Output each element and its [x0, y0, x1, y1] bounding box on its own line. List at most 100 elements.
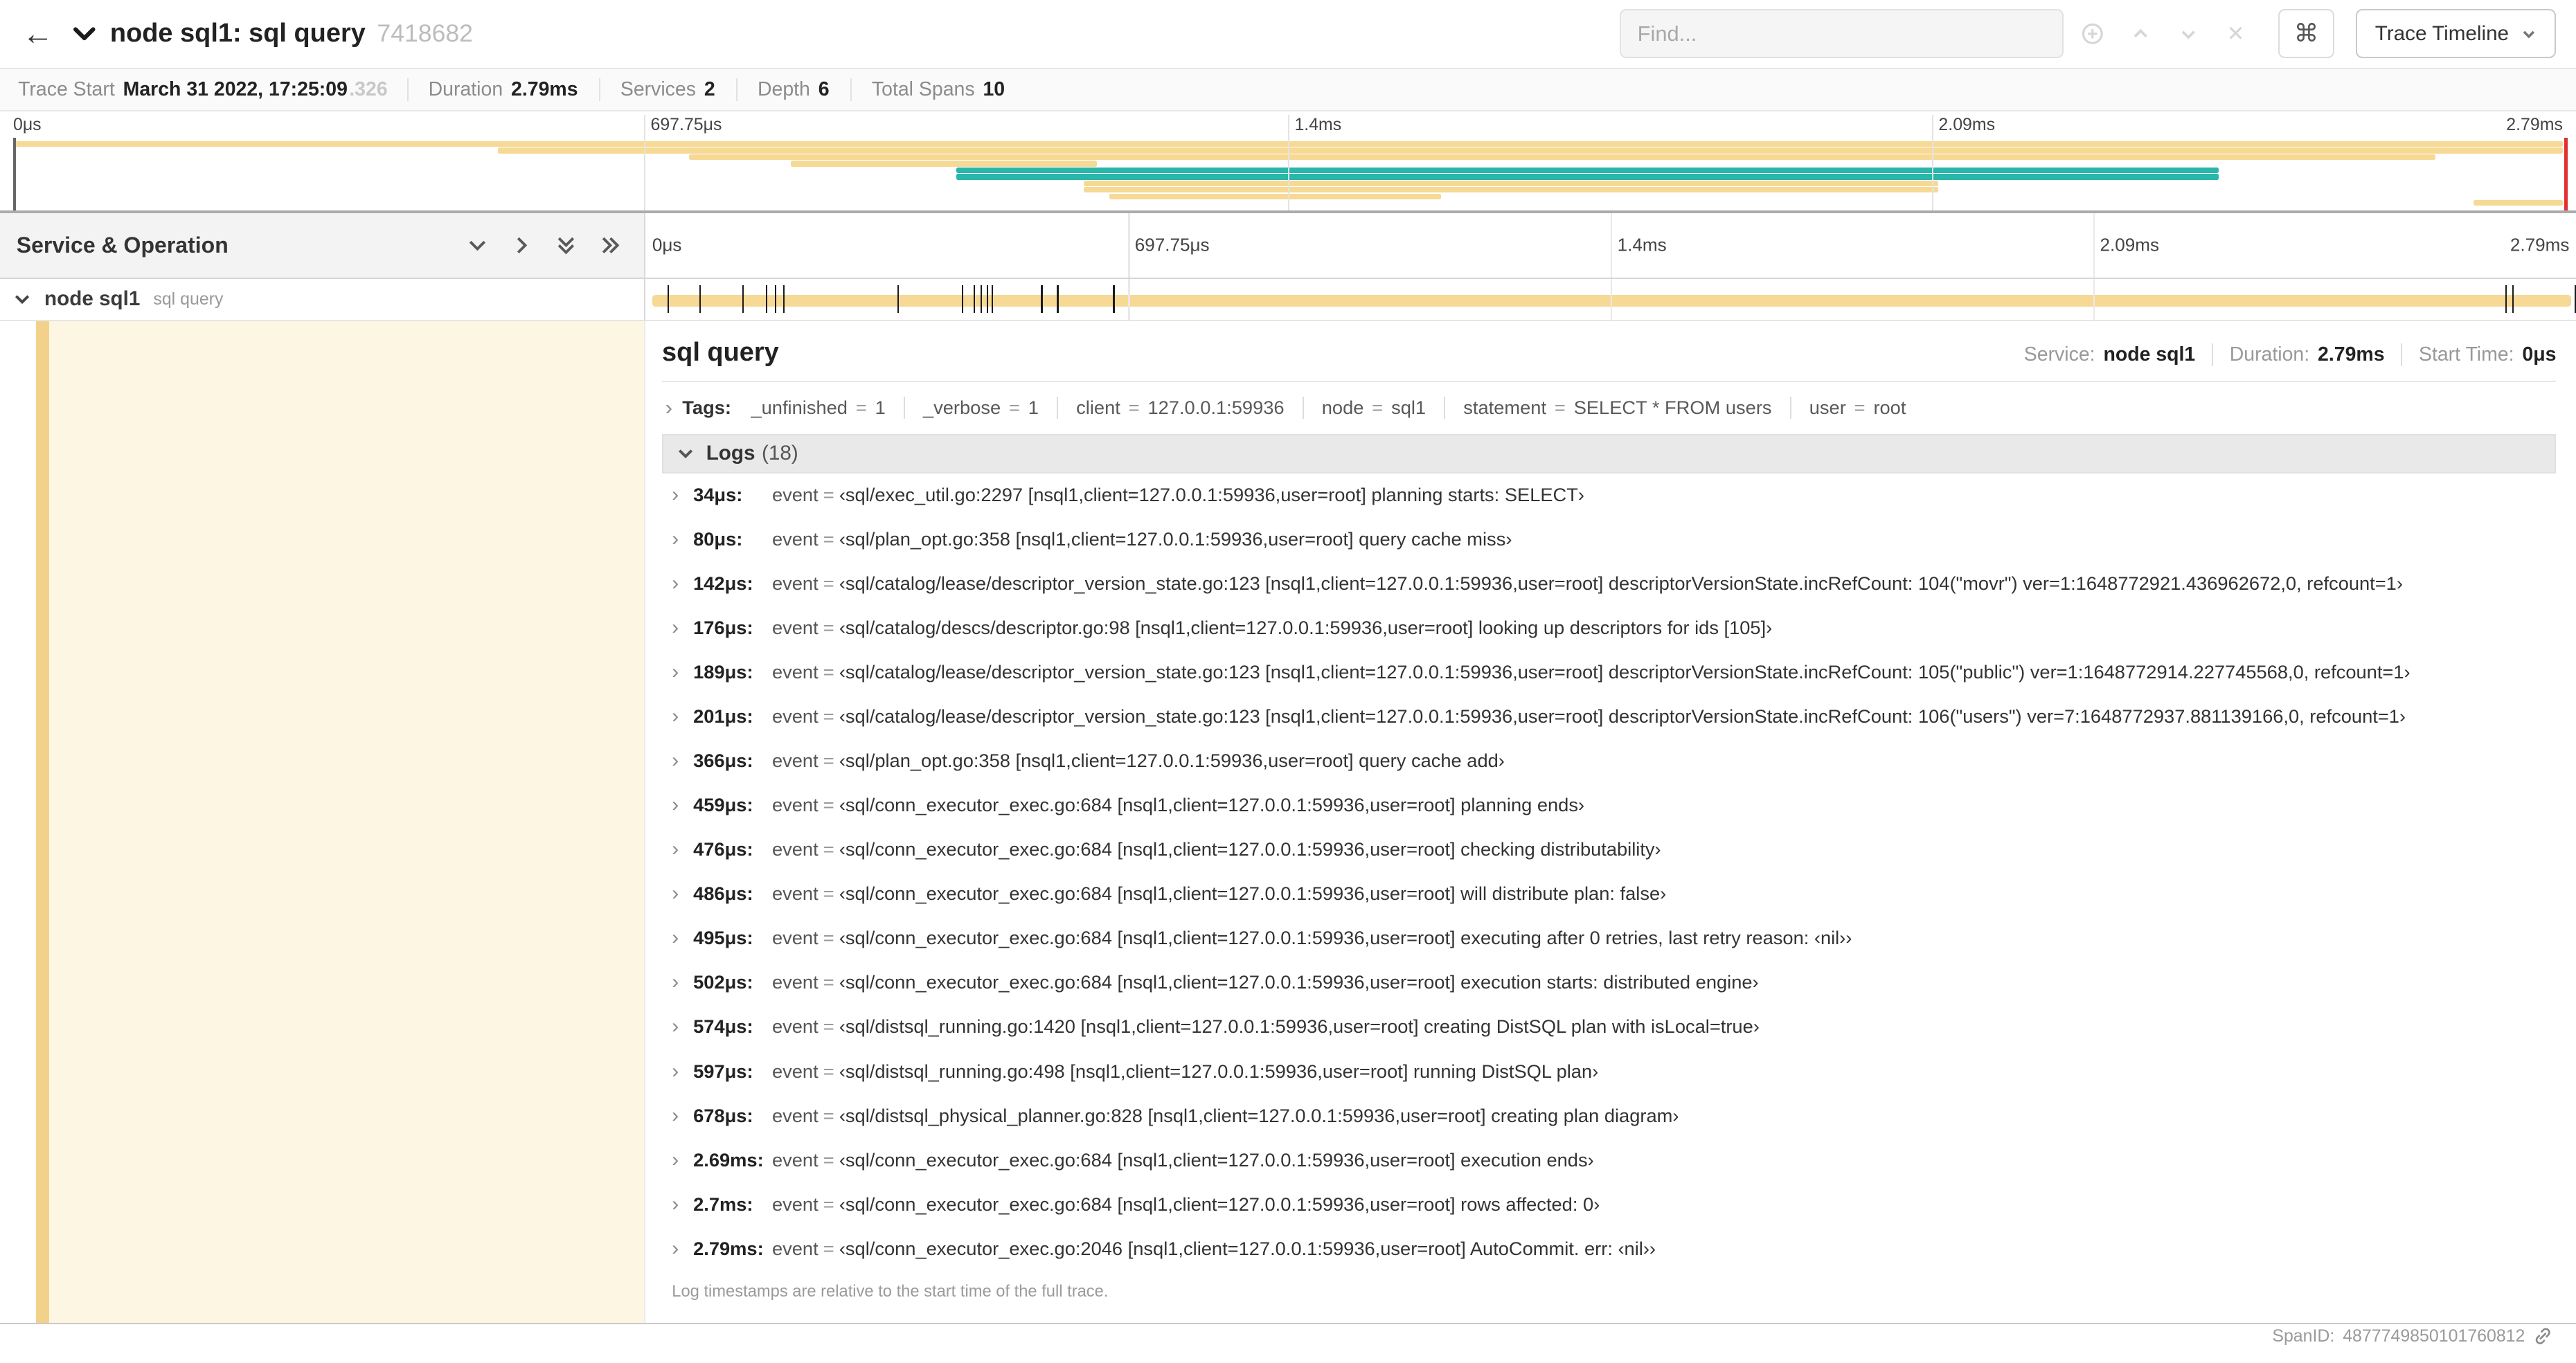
tag-equals: = [855, 397, 867, 419]
log-expand-chevron-icon[interactable]: › [672, 1238, 693, 1260]
log-expand-chevron-icon[interactable]: › [672, 484, 693, 506]
prev-result-icon[interactable] [2122, 16, 2158, 52]
trace-info-label: Total Spans [871, 78, 975, 100]
detail-tree-offset-band[interactable] [49, 321, 646, 1323]
log-field-value: ‹sql/plan_opt.go:358 [nsql1,client=127.0… [839, 529, 1512, 550]
log-row[interactable]: › 176μs: event = ‹sql/catalog/descs/descri… [662, 606, 2556, 651]
log-expand-chevron-icon[interactable]: › [672, 928, 693, 949]
log-expand-chevron-icon[interactable]: › [672, 1193, 693, 1216]
log-event-marker[interactable] [774, 285, 777, 314]
log-event-marker[interactable] [986, 285, 988, 314]
log-event-marker[interactable] [991, 285, 993, 314]
trace-info-item: Duration 2.79ms [407, 78, 580, 101]
log-event-marker[interactable] [1057, 285, 1059, 314]
span-bar-row[interactable] [645, 278, 2576, 321]
log-expand-chevron-icon[interactable]: › [672, 794, 693, 816]
span-collapse-chevron-icon[interactable] [13, 290, 31, 308]
minimap-left-scrubber[interactable] [12, 138, 16, 210]
log-event-marker[interactable] [782, 285, 785, 314]
log-row[interactable]: › 597μs: event = ‹sql/distsql_running.go:4… [662, 1049, 2556, 1094]
log-row[interactable]: › 574μs: event = ‹sql/distsql_running.go:1… [662, 1005, 2556, 1049]
log-event-marker[interactable] [961, 285, 963, 314]
detail-summary-label: Start Time: [2418, 343, 2514, 365]
minimap-span [497, 147, 2563, 154]
log-row[interactable]: › 366μs: event = ‹sql/plan_opt.go:358 [nsq… [662, 739, 2556, 784]
log-expand-chevron-icon[interactable]: › [672, 528, 693, 550]
log-row[interactable]: › 486μs: event = ‹sql/conn_executor_exec.g… [662, 872, 2556, 917]
log-expand-chevron-icon[interactable]: › [672, 972, 693, 993]
log-field-value: ‹sql/conn_executor_exec.go:684 [nsql1,cl… [839, 928, 1852, 949]
log-row[interactable]: › 189μs: event = ‹sql/catalog/lease/descri… [662, 651, 2556, 695]
log-row[interactable]: › 502μs: event = ‹sql/conn_executor_exec.g… [662, 961, 2556, 1005]
log-event-marker[interactable] [980, 285, 982, 314]
log-row[interactable]: › 678μs: event = ‹sql/distsql_physical_pla… [662, 1094, 2556, 1138]
log-expand-chevron-icon[interactable]: › [672, 1105, 693, 1127]
log-expand-chevron-icon[interactable]: › [672, 883, 693, 905]
log-equals: = [823, 529, 834, 550]
log-row[interactable]: › 80μs: event = ‹sql/plan_opt.go:358 [nsql… [662, 518, 2556, 562]
log-field-name: event [771, 972, 819, 993]
log-row[interactable]: › 142μs: event = ‹sql/catalog/lease/descri… [662, 562, 2556, 606]
log-row[interactable]: › 459μs: event = ‹sql/conn_executor_exec.g… [662, 784, 2556, 828]
detail-summary: Service: node sql1 Duration: 2.79ms Star… [2024, 343, 2556, 366]
log-row[interactable]: › 2.7ms: event = ‹sql/conn_executor_exec.g… [662, 1182, 2556, 1227]
log-event-marker[interactable] [667, 285, 670, 314]
find-input[interactable] [1620, 21, 2062, 46]
log-event-marker[interactable] [1113, 285, 1115, 314]
tag-equals: = [1128, 397, 1140, 419]
log-expand-chevron-icon[interactable]: › [672, 572, 693, 595]
log-expand-chevron-icon[interactable]: › [672, 661, 693, 683]
log-timestamp: 476μs: [693, 838, 753, 860]
keyboard-shortcuts-button[interactable]: ⌘ [2278, 9, 2334, 59]
tags-expand-chevron-icon[interactable]: › [665, 397, 672, 419]
log-expand-chevron-icon[interactable]: › [672, 617, 693, 639]
detail-span-color-strip[interactable] [36, 321, 50, 1323]
span-operation-name: sql query [153, 289, 224, 309]
log-timestamp: 189μs: [693, 661, 753, 683]
collapse-one-icon[interactable] [467, 235, 488, 256]
log-expand-chevron-icon[interactable]: › [672, 1060, 693, 1083]
collapse-all-icon[interactable] [555, 235, 577, 256]
trace-collapse-chevron-icon[interactable] [72, 21, 97, 46]
span-tree-item[interactable]: node sql1 sql query [0, 278, 646, 321]
next-result-icon[interactable] [2170, 16, 2206, 52]
back-button[interactable]: ← [17, 18, 60, 49]
focus-matches-icon[interactable] [2075, 16, 2111, 52]
log-event-marker[interactable] [897, 285, 899, 314]
log-row[interactable]: › 476μs: event = ‹sql/conn_executor_exec.g… [662, 828, 2556, 872]
log-expand-chevron-icon[interactable]: › [672, 705, 693, 728]
log-equals: = [823, 1149, 834, 1171]
log-expand-chevron-icon[interactable]: › [672, 838, 693, 860]
log-row[interactable]: › 34μs: event = ‹sql/exec_util.go:2297 [ns… [662, 473, 2556, 518]
log-event-marker[interactable] [973, 285, 975, 314]
log-expand-chevron-icon[interactable]: › [672, 1149, 693, 1171]
clear-find-icon[interactable]: ✕ [2217, 16, 2253, 52]
timeline-minimap[interactable]: 0μs 697.75μs 1.4ms 2.09ms 2.79ms [0, 111, 2576, 213]
log-row[interactable]: › 495μs: event = ‹sql/conn_executor_exec.g… [662, 917, 2556, 961]
minimap-right-scrubber[interactable] [2564, 138, 2568, 210]
log-expand-chevron-icon[interactable]: › [672, 750, 693, 772]
logs-section-header[interactable]: Logs (18) [662, 433, 2557, 473]
trace-view-dropdown[interactable]: Trace Timeline [2355, 9, 2557, 59]
log-row[interactable]: › 201μs: event = ‹sql/catalog/lease/descri… [662, 695, 2556, 739]
log-row[interactable]: › 2.79ms: event = ‹sql/conn_executor_exec.… [662, 1227, 2556, 1271]
log-expand-chevron-icon[interactable]: › [672, 1016, 693, 1038]
tags-section[interactable]: › Tags: _unfinished = 1 _verbose = 1 cli… [662, 382, 2556, 434]
log-row[interactable]: › 2.69ms: event = ‹sql/conn_executor_exec.… [662, 1138, 2556, 1182]
tag-key: user [1809, 397, 1846, 419]
log-field-value: ‹sql/conn_executor_exec.go:2046 [nsql1,c… [839, 1238, 1656, 1259]
log-event-marker[interactable] [2505, 285, 2507, 314]
expand-one-icon[interactable] [511, 235, 533, 256]
trace-info-label: Trace Start [18, 78, 115, 100]
log-timestamp: 80μs: [693, 528, 743, 550]
service-operation-title: Service & Operation [16, 232, 229, 258]
copy-link-icon[interactable] [2533, 1326, 2552, 1346]
minimap-canvas[interactable] [0, 115, 2576, 210]
log-event-marker[interactable] [765, 285, 768, 314]
log-event-text: event = ‹sql/plan_opt.go:358 [nsql1,client… [772, 750, 1505, 772]
log-event-marker[interactable] [1041, 285, 1043, 314]
log-event-marker[interactable] [742, 285, 744, 314]
log-event-marker[interactable] [2512, 285, 2514, 314]
log-event-marker[interactable] [699, 285, 701, 314]
expand-all-icon[interactable] [600, 235, 621, 256]
